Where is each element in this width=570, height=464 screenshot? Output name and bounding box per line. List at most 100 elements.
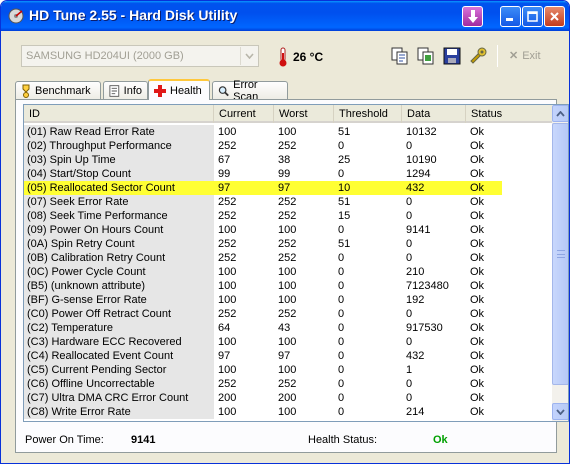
hd-tune-app-icon	[8, 8, 24, 24]
cell-id: (02) Throughput Performance	[24, 139, 214, 153]
update-button[interactable]	[462, 6, 483, 27]
close-button[interactable]	[544, 6, 565, 27]
cell-id: (C0) Power Off Retract Count	[24, 307, 214, 321]
cell-data: 10190	[406, 154, 437, 166]
cell-current: 97	[214, 181, 274, 195]
cell-status: Ok	[470, 280, 485, 292]
minimize-icon	[506, 18, 513, 21]
cell-id: (04) Start/Stop Count	[24, 167, 214, 181]
table-row[interactable]: (08) Seek Time Performance 252 252 15 0 Ok	[24, 209, 552, 223]
cell-status: Ok	[470, 378, 485, 390]
cell-worst: 252	[278, 238, 297, 250]
tab-info[interactable]: Info	[103, 81, 148, 99]
table-row[interactable]: (07) Seek Error Rate 252 252 51 0 Ok	[24, 195, 552, 209]
cell-status: Ok	[470, 266, 485, 278]
drive-select[interactable]: SAMSUNG HD204UI (2000 GB)	[21, 45, 259, 67]
maximize-button[interactable]	[522, 6, 543, 27]
health-status-value: Ok	[433, 434, 448, 446]
table-row[interactable]: (03) Spin Up Time 67 38 25 10190 Ok	[24, 153, 552, 167]
column-header-status[interactable]: Status	[466, 105, 552, 123]
cell-data: 0	[406, 308, 413, 320]
drive-select-value: SAMSUNG HD204UI (2000 GB)	[26, 50, 184, 62]
tab-benchmark[interactable]: Benchmark	[15, 81, 101, 99]
copy-info-icon[interactable]	[391, 47, 409, 65]
table-row[interactable]: (C6) Offline Uncorrectable 252 252 0 0 Ok	[24, 377, 552, 391]
cell-current: 97	[218, 350, 231, 362]
table-row[interactable]: (01) Raw Read Error Rate 100 100 51 10132 Ok	[24, 125, 552, 139]
cell-data: 9141	[406, 224, 431, 236]
cell-status: Ok	[470, 322, 485, 334]
save-icon[interactable]	[443, 47, 461, 65]
cell-worst: 43	[278, 322, 291, 334]
tab-error-scan[interactable]: Error Scan	[212, 79, 288, 103]
table-row[interactable]: (C5) Current Pending Sector 100 100 0 1 Ok	[24, 363, 552, 377]
vertical-scrollbar[interactable]	[552, 105, 568, 421]
power-on-time-value: 9141	[131, 434, 156, 446]
cell-current: 252	[218, 378, 237, 390]
table-row[interactable]: (C8) Write Error Rate 100 100 0 214 Ok	[24, 405, 552, 419]
cell-current: 100	[218, 364, 237, 376]
cell-data: 432	[406, 350, 425, 362]
cell-data: 0	[406, 196, 413, 208]
table-row[interactable]: (09) Power On Hours Count 100 100 0 9141 Ok	[24, 223, 552, 237]
cell-current: 100	[218, 406, 237, 418]
maximize-icon	[527, 11, 538, 22]
column-header-worst[interactable]: Worst	[274, 105, 334, 123]
table-row[interactable]: (C4) Reallocated Event Count 97 97 0 432 Ok	[24, 349, 552, 363]
scroll-up-button[interactable]	[552, 105, 568, 122]
options-icon[interactable]	[469, 47, 487, 65]
cell-threshold: 0	[338, 378, 345, 390]
table-row[interactable]: (0A) Spin Retry Count 252 252 51 0 Ok	[24, 237, 552, 251]
cell-data: 0	[406, 392, 413, 404]
table-row[interactable]: (C0) Power Off Retract Count 252 252 0 0 Ok	[24, 307, 552, 321]
tab-label: Health	[170, 84, 202, 97]
scroll-thumb[interactable]	[552, 123, 568, 385]
scroll-down-button[interactable]	[552, 403, 568, 420]
table-row[interactable]: (C7) Ultra DMA CRC Error Count 200 200 0 0 Ok	[24, 391, 552, 405]
exit-icon: ✕	[509, 50, 519, 62]
smart-attributes-list[interactable]: ID Current Worst Threshold Data Status (…	[23, 104, 569, 422]
tab-health[interactable]: Health	[148, 79, 210, 100]
drive-select-arrow[interactable]	[240, 47, 257, 65]
tab-label: Benchmark	[35, 84, 91, 97]
cell-worst: 100	[278, 126, 297, 138]
table-row[interactable]: (0B) Calibration Retry Count 252 252 0 0 Ok	[24, 251, 552, 265]
column-header-id[interactable]: ID	[24, 105, 214, 123]
column-header-threshold[interactable]: Threshold	[334, 105, 402, 123]
cell-data: 432	[402, 181, 466, 195]
cell-status: Ok	[470, 224, 485, 236]
table-row[interactable]: (04) Start/Stop Count 99 99 0 1294 Ok	[24, 167, 552, 181]
window-title: HD Tune 2.55 - Hard Disk Utility	[29, 7, 238, 23]
cell-current: 200	[218, 392, 237, 404]
cell-data: 0	[406, 378, 413, 390]
cell-status: Ok	[470, 364, 485, 376]
cell-threshold: 0	[338, 252, 345, 264]
table-row[interactable]: (05) Reallocated Sector Count 97 97 10 432 Ok	[24, 181, 552, 195]
cell-threshold: 51	[338, 196, 351, 208]
table-row[interactable]: (B5) (unknown attribute) 100 100 0 7123480 Ok	[24, 279, 552, 293]
column-header-current[interactable]: Current	[214, 105, 274, 123]
cell-data: 0	[406, 336, 413, 348]
table-row[interactable]: (0C) Power Cycle Count 100 100 0 210 Ok	[24, 265, 552, 279]
cell-current: 252	[218, 210, 237, 222]
table-row[interactable]: (C2) Temperature 64 43 0 917530 Ok	[24, 321, 552, 335]
temperature-value: 26 °C	[293, 50, 324, 64]
table-row[interactable]: (02) Throughput Performance 252 252 0 0 Ok	[24, 139, 552, 153]
copy-screenshot-icon[interactable]	[417, 47, 435, 65]
minimize-button[interactable]	[500, 6, 521, 27]
cell-worst: 97	[278, 350, 291, 362]
cell-threshold: 15	[338, 210, 351, 222]
column-header-data[interactable]: Data	[402, 105, 466, 123]
cell-worst: 100	[278, 336, 297, 348]
title-bar[interactable]: HD Tune 2.55 - Hard Disk Utility	[1, 1, 569, 31]
table-row[interactable]: (C3) Hardware ECC Recovered 100 100 0 0 Ok	[24, 335, 552, 349]
cell-worst: 200	[278, 392, 297, 404]
cell-threshold: 0	[338, 322, 345, 334]
exit-button[interactable]: ✕ Exit	[509, 49, 541, 62]
cell-worst: 252	[278, 140, 297, 152]
table-row[interactable]: (BF) G-sense Error Rate 100 100 0 192 Ok	[24, 293, 552, 307]
cell-id: (C2) Temperature	[24, 321, 214, 335]
cell-current: 100	[218, 336, 237, 348]
info-icon	[109, 84, 120, 97]
chevron-down-icon	[556, 408, 565, 415]
